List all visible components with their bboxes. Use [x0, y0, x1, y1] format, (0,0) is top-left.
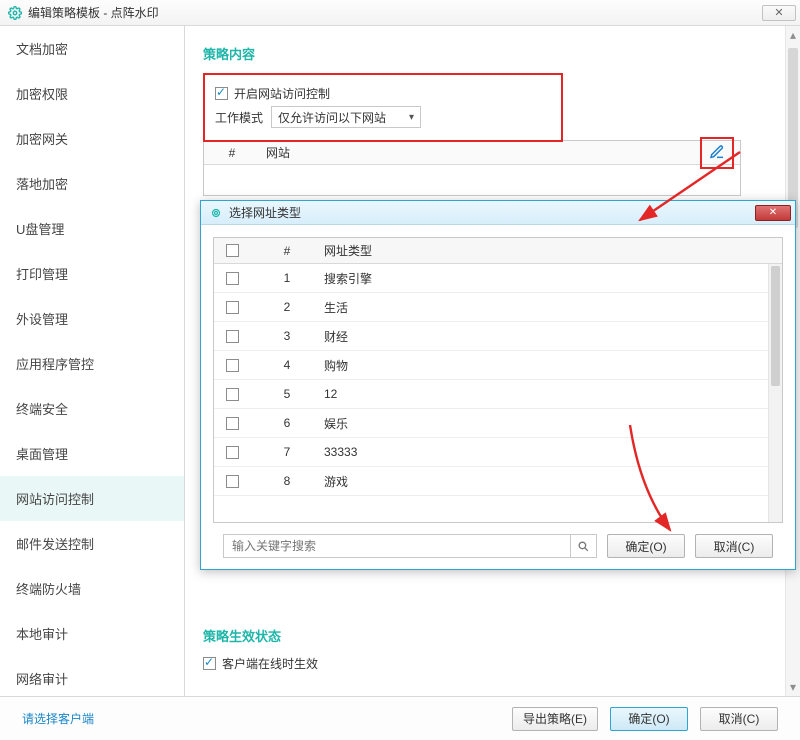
window-titlebar: 编辑策略模板 - 点阵水印 ✕: [0, 0, 800, 26]
url-type-grid: # 网址类型 1搜索引擎 2生活 3财经 4购物 512 6娱乐 733333 …: [213, 237, 783, 523]
scroll-up-icon[interactable]: ▴: [786, 28, 800, 42]
search-input[interactable]: [224, 535, 570, 557]
grid-row[interactable]: 8游戏: [214, 467, 782, 496]
sidebar-item-encrypt-gateway[interactable]: 加密网关: [0, 116, 184, 161]
pencil-icon[interactable]: [709, 144, 725, 163]
window-title: 编辑策略模板 - 点阵水印: [28, 4, 159, 21]
highlight-edit-button-box: [700, 137, 734, 169]
section-title-policy-content: 策略内容: [203, 44, 780, 63]
cancel-button[interactable]: 取消(C): [700, 707, 778, 731]
gear-icon: [209, 206, 223, 220]
dialog-cancel-button[interactable]: 取消(C): [695, 534, 773, 558]
sidebar-item-desktop-mgmt[interactable]: 桌面管理: [0, 431, 184, 476]
grid-row[interactable]: 2生活: [214, 293, 782, 322]
sidebar-item-network-audit[interactable]: 网络审计: [0, 656, 184, 696]
sidebar-item-landing-encrypt[interactable]: 落地加密: [0, 161, 184, 206]
enable-web-control-checkbox[interactable]: [215, 87, 228, 100]
grid-scrollbar[interactable]: [768, 264, 782, 522]
highlight-box: 开启网站访问控制 工作模式 仅允许访问以下网站 ▾: [203, 73, 563, 142]
sidebar: 文档加密 加密权限 加密网关 落地加密 U盘管理 打印管理 外设管理 应用程序管…: [0, 26, 185, 696]
dialog-title: 选择网址类型: [229, 204, 301, 221]
export-policy-button[interactable]: 导出策略(E): [512, 707, 598, 731]
row-checkbox[interactable]: [226, 359, 239, 372]
scroll-down-icon[interactable]: ▾: [786, 680, 800, 694]
dialog-titlebar: 选择网址类型 ✕: [201, 201, 795, 225]
sidebar-item-firewall[interactable]: 终端防火墙: [0, 566, 184, 611]
sidebar-item-web-access-control[interactable]: 网站访问控制: [0, 476, 184, 521]
row-checkbox[interactable]: [226, 417, 239, 430]
column-header-hash: #: [204, 146, 260, 160]
sidebar-item-print[interactable]: 打印管理: [0, 251, 184, 296]
row-checkbox[interactable]: [226, 330, 239, 343]
client-online-checkbox[interactable]: [203, 657, 216, 670]
ok-button[interactable]: 确定(O): [610, 707, 688, 731]
enable-web-control-label: 开启网站访问控制: [234, 85, 330, 102]
grid-row[interactable]: 1搜索引擎: [214, 264, 782, 293]
grid-row[interactable]: 733333: [214, 438, 782, 467]
sidebar-item-app-control[interactable]: 应用程序管控: [0, 341, 184, 386]
dialog-ok-button[interactable]: 确定(O): [607, 534, 685, 558]
row-checkbox[interactable]: [226, 301, 239, 314]
row-checkbox[interactable]: [226, 475, 239, 488]
caret-down-icon: ▾: [409, 112, 414, 123]
sidebar-item-usb[interactable]: U盘管理: [0, 206, 184, 251]
sidebar-item-local-audit[interactable]: 本地审计: [0, 611, 184, 656]
dialog-close-button[interactable]: ✕: [755, 205, 791, 221]
grid-header-checkbox[interactable]: [226, 244, 239, 257]
row-checkbox[interactable]: [226, 272, 239, 285]
window-close-button[interactable]: ✕: [762, 5, 796, 21]
sidebar-item-encrypt-perm[interactable]: 加密权限: [0, 71, 184, 116]
gear-icon: [8, 6, 22, 20]
sidebar-item-peripheral[interactable]: 外设管理: [0, 296, 184, 341]
row-checkbox[interactable]: [226, 388, 239, 401]
grid-header-type: 网址类型: [318, 242, 782, 259]
grid-row[interactable]: 512: [214, 380, 782, 409]
sidebar-item-document-encrypt[interactable]: 文档加密: [0, 26, 184, 71]
search-box: [223, 534, 597, 558]
row-checkbox[interactable]: [226, 446, 239, 459]
select-url-type-dialog: 选择网址类型 ✕ # 网址类型 1搜索引擎 2生活 3财经 4购物 512 6娱…: [200, 200, 796, 570]
grid-header-hash: #: [256, 244, 318, 258]
sidebar-item-email-control[interactable]: 邮件发送控制: [0, 521, 184, 566]
workmode-label: 工作模式: [215, 109, 263, 126]
website-table: # 网站: [203, 140, 741, 196]
column-header-site: 网站: [260, 144, 692, 161]
section-title-policy-effect: 策略生效状态: [203, 626, 780, 645]
select-client-link[interactable]: 请选择客户端: [22, 710, 94, 727]
search-icon[interactable]: [570, 535, 596, 557]
workmode-value: 仅允许访问以下网站: [278, 109, 386, 126]
grid-row[interactable]: 4购物: [214, 351, 782, 380]
client-online-label: 客户端在线时生效: [222, 655, 318, 672]
window-footer: 请选择客户端 导出策略(E) 确定(O) 取消(C): [0, 696, 800, 740]
grid-row[interactable]: 6娱乐: [214, 409, 782, 438]
grid-scroll-thumb[interactable]: [771, 266, 780, 386]
workmode-select[interactable]: 仅允许访问以下网站 ▾: [271, 106, 421, 128]
grid-row[interactable]: 3财经: [214, 322, 782, 351]
sidebar-item-endpoint-security[interactable]: 终端安全: [0, 386, 184, 431]
